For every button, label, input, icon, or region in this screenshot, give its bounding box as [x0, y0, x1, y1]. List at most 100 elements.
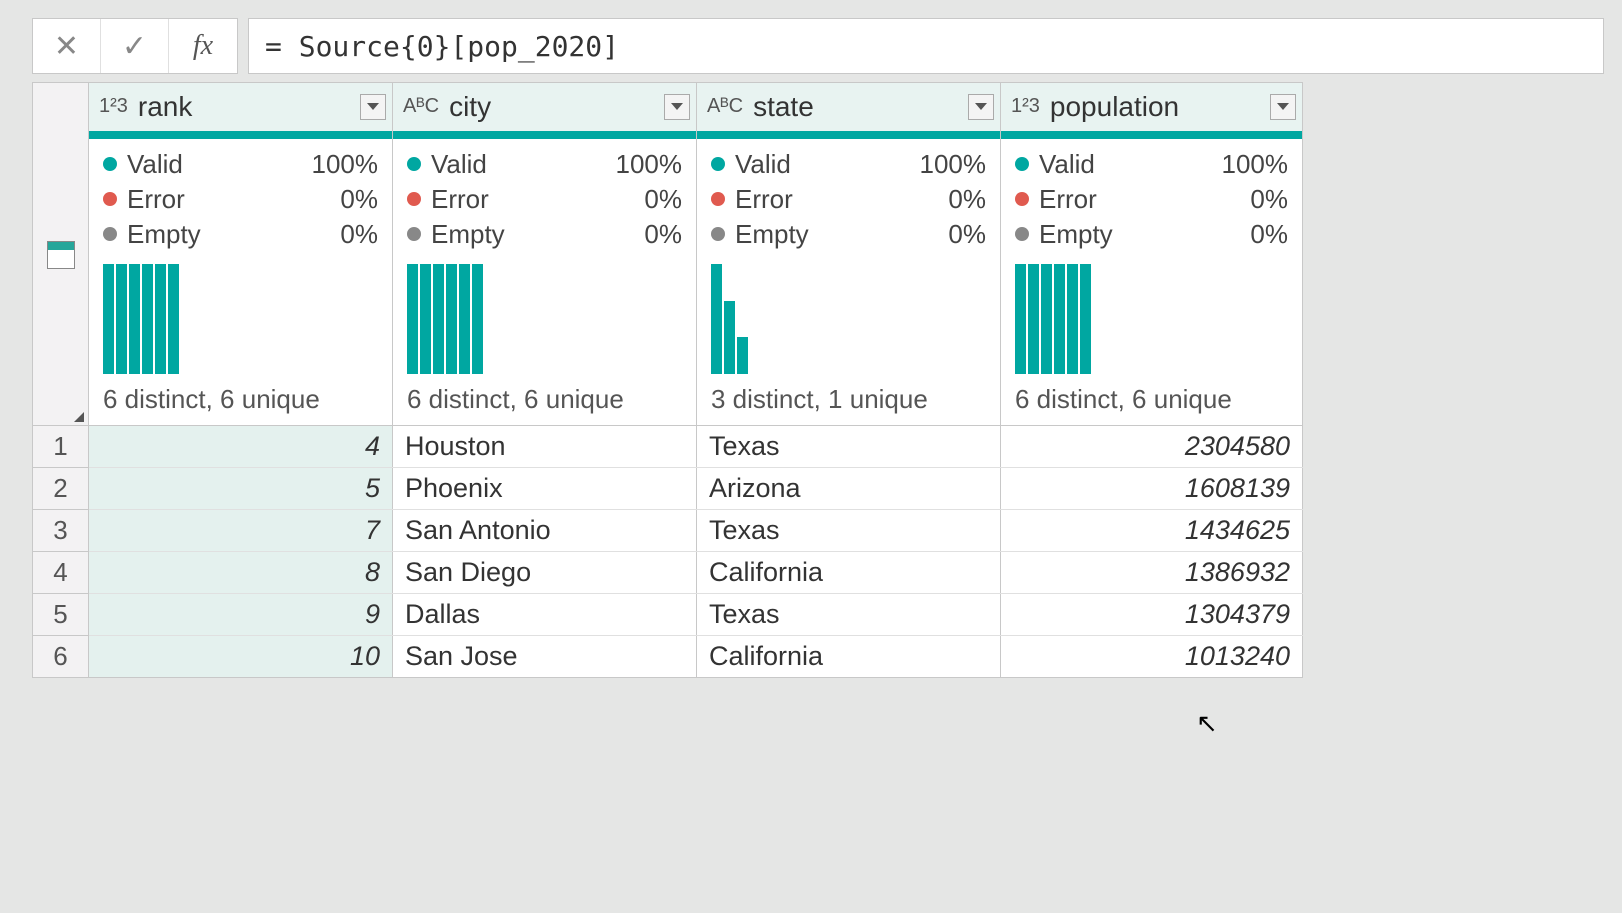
distribution-bar: [103, 264, 114, 374]
cell[interactable]: 8: [89, 551, 393, 593]
quality-bar-row: [33, 131, 1303, 139]
quality-label: Empty: [127, 219, 340, 250]
cell[interactable]: Texas: [697, 425, 1001, 467]
formula-input[interactable]: [265, 30, 1587, 63]
cell[interactable]: Texas: [697, 509, 1001, 551]
commit-button[interactable]: ✓: [101, 19, 169, 73]
status-dot: [1015, 227, 1029, 241]
cell[interactable]: California: [697, 551, 1001, 593]
distribution-bar: [724, 301, 735, 374]
cell[interactable]: San Antonio: [393, 509, 697, 551]
table-row[interactable]: 25PhoenixArizona1608139: [33, 467, 1303, 509]
column-filter-dropdown[interactable]: [360, 94, 386, 120]
quality-value: 0%: [644, 184, 682, 215]
cell[interactable]: 10: [89, 635, 393, 677]
distribution-bar: [737, 337, 748, 373]
distribution-bar: [407, 264, 418, 374]
column-name: city: [449, 91, 664, 123]
chevron-down-icon: [74, 412, 84, 422]
cell[interactable]: 4: [89, 425, 393, 467]
quality-stat: Valid100%: [103, 147, 378, 182]
status-dot: [103, 157, 117, 171]
column-profile-state: Valid100%Error0%Empty0%3 distinct, 1 uni…: [697, 139, 1001, 426]
status-dot: [103, 227, 117, 241]
row-number[interactable]: 5: [33, 593, 89, 635]
select-all-corner[interactable]: [33, 83, 89, 426]
column-profile-rank: Valid100%Error0%Empty0%6 distinct, 6 uni…: [89, 139, 393, 426]
column-header-population[interactable]: population: [1001, 83, 1303, 131]
fx-button[interactable]: fx: [169, 19, 237, 73]
cell[interactable]: Houston: [393, 425, 697, 467]
fx-icon: fx: [193, 30, 213, 62]
row-number[interactable]: 3: [33, 509, 89, 551]
row-number[interactable]: 1: [33, 425, 89, 467]
column-header-rank[interactable]: rank: [89, 83, 393, 131]
quality-label: Valid: [1039, 149, 1222, 180]
distribution-bar: [1080, 264, 1091, 374]
cell[interactable]: 5: [89, 467, 393, 509]
quality-stat: Empty0%: [1015, 217, 1288, 252]
column-header-city[interactable]: city: [393, 83, 697, 131]
quality-stat: Valid100%: [711, 147, 986, 182]
cell[interactable]: Arizona: [697, 467, 1001, 509]
quality-label: Error: [431, 184, 644, 215]
column-name: state: [753, 91, 968, 123]
row-number[interactable]: 6: [33, 635, 89, 677]
distribution-chart: [407, 264, 682, 374]
distribution-bar: [1028, 264, 1039, 374]
column-filter-dropdown[interactable]: [664, 94, 690, 120]
cell[interactable]: Phoenix: [393, 467, 697, 509]
column-header-row: rank city state: [33, 83, 1303, 131]
row-number[interactable]: 2: [33, 467, 89, 509]
cell[interactable]: 2304580: [1001, 425, 1303, 467]
column-filter-dropdown[interactable]: [1270, 94, 1296, 120]
quality-bar: [89, 131, 392, 139]
quality-bar: [393, 131, 696, 139]
column-profile-row: Valid100%Error0%Empty0%6 distinct, 6 uni…: [33, 139, 1303, 426]
data-table: rank city state: [32, 82, 1303, 678]
distribution-chart: [1015, 264, 1288, 374]
cell[interactable]: Dallas: [393, 593, 697, 635]
quality-value: 0%: [644, 219, 682, 250]
distribution-bar: [1067, 264, 1078, 374]
table-row[interactable]: 48San DiegoCalifornia1386932: [33, 551, 1303, 593]
cell[interactable]: 1608139: [1001, 467, 1303, 509]
cell[interactable]: 1386932: [1001, 551, 1303, 593]
distribution-bar: [1015, 264, 1026, 374]
cell[interactable]: 1013240: [1001, 635, 1303, 677]
status-dot: [711, 227, 725, 241]
quality-stat: Error0%: [407, 182, 682, 217]
cell[interactable]: 1304379: [1001, 593, 1303, 635]
quality-label: Error: [1039, 184, 1250, 215]
cell[interactable]: Texas: [697, 593, 1001, 635]
distribution-bar: [1041, 264, 1052, 374]
column-profile-population: Valid100%Error0%Empty0%6 distinct, 6 uni…: [1001, 139, 1303, 426]
quality-bar: [697, 131, 1000, 139]
cell[interactable]: San Jose: [393, 635, 697, 677]
table-row[interactable]: 37San AntonioTexas1434625: [33, 509, 1303, 551]
status-dot: [1015, 192, 1029, 206]
column-header-state[interactable]: state: [697, 83, 1001, 131]
cell[interactable]: 1434625: [1001, 509, 1303, 551]
column-profile-city: Valid100%Error0%Empty0%6 distinct, 6 uni…: [393, 139, 697, 426]
table-row[interactable]: 59DallasTexas1304379: [33, 593, 1303, 635]
cell[interactable]: 7: [89, 509, 393, 551]
column-filter-dropdown[interactable]: [968, 94, 994, 120]
formula-bar: ✕ ✓ fx: [0, 0, 1622, 82]
cancel-button[interactable]: ✕: [33, 19, 101, 73]
distribution-bar: [129, 264, 140, 374]
row-number[interactable]: 4: [33, 551, 89, 593]
cell[interactable]: San Diego: [393, 551, 697, 593]
distribution-bar: [711, 264, 722, 374]
distribution-bar: [420, 264, 431, 374]
table-row[interactable]: 610San JoseCalifornia1013240: [33, 635, 1303, 677]
quality-stat: Empty0%: [711, 217, 986, 252]
quality-stat: Error0%: [1015, 182, 1288, 217]
data-grid: rank city state: [0, 82, 1622, 678]
quality-label: Error: [127, 184, 340, 215]
cell[interactable]: California: [697, 635, 1001, 677]
table-row[interactable]: 14HoustonTexas2304580: [33, 425, 1303, 467]
distribution-bar: [1054, 264, 1065, 374]
quality-value: 0%: [1250, 219, 1288, 250]
cell[interactable]: 9: [89, 593, 393, 635]
